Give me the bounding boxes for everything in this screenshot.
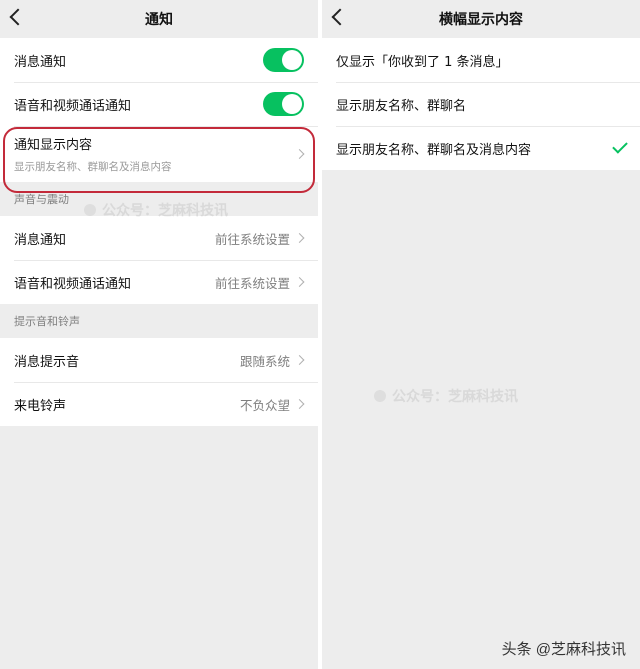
- sound-row-value: 前往系统设置: [214, 231, 290, 247]
- sound-row-value: 前往系统设置: [214, 275, 290, 291]
- banner-content-screen: 横幅显示内容 仅显示「你收到了 1 条消息」 显示朋友名称、群聊名 显示朋友名称…: [322, 0, 640, 669]
- message-notify-row: 消息通知: [0, 38, 318, 82]
- chevron-right-icon: [294, 233, 305, 243]
- nav-bar: 横幅显示内容: [322, 0, 640, 38]
- source-credit: 头条 @芝麻科技讯: [501, 641, 626, 658]
- section-header-ringtones: 提示音和铃声: [14, 315, 80, 328]
- chevron-right-icon: [294, 149, 305, 159]
- option-label: 显示朋友名称、群聊名: [336, 98, 467, 114]
- back-arrow-icon[interactable]: [9, 8, 27, 26]
- sound-row-message[interactable]: 消息通知 前往系统设置: [0, 216, 318, 260]
- chevron-right-icon: [294, 355, 305, 365]
- display-content-label: 通知显示内容: [14, 138, 93, 153]
- page-title: 通知: [145, 12, 173, 28]
- toggle-knob: [282, 50, 302, 70]
- ring-row-label: 来电铃声: [14, 398, 67, 414]
- chevron-right-icon: [294, 399, 305, 409]
- notification-group: 消息通知 语音和视频通话通知 通知显示内容 显示朋友名称、群聊名及消息内容: [0, 38, 318, 182]
- call-notify-toggle[interactable]: [263, 92, 304, 116]
- sound-row-call[interactable]: 语音和视频通话通知 前往系统设置: [0, 260, 318, 304]
- option-count-only[interactable]: 仅显示「你收到了 1 条消息」: [322, 38, 640, 82]
- ring-row-call-ringtone[interactable]: 来电铃声 不负众望: [0, 382, 318, 426]
- page-title: 横幅显示内容: [439, 12, 523, 28]
- ring-row-message-tone[interactable]: 消息提示音 跟随系统: [0, 338, 318, 382]
- ring-row-value: 跟随系统: [239, 353, 290, 369]
- toggle-knob: [282, 94, 302, 114]
- option-label: 显示朋友名称、群聊名及消息内容: [336, 142, 532, 158]
- nav-bar: 通知: [0, 0, 318, 38]
- message-notify-label: 消息通知: [14, 54, 67, 70]
- sound-group: 消息通知 前往系统设置 语音和视频通话通知 前往系统设置: [0, 216, 318, 304]
- watermark-logo-icon: [374, 390, 386, 402]
- banner-options-group: 仅显示「你收到了 1 条消息」 显示朋友名称、群聊名 显示朋友名称、群聊名及消息…: [322, 38, 640, 170]
- ringtone-group: 消息提示音 跟随系统 来电铃声 不负众望: [0, 338, 318, 426]
- option-names-only[interactable]: 显示朋友名称、群聊名: [322, 82, 640, 126]
- display-content-row[interactable]: 通知显示内容 显示朋友名称、群聊名及消息内容: [0, 126, 318, 182]
- display-content-subtitle: 显示朋友名称、群聊名及消息内容: [14, 161, 172, 173]
- sound-row-label: 消息通知: [14, 232, 67, 248]
- ring-row-value: 不负众望: [239, 397, 290, 413]
- call-notify-row: 语音和视频通话通知: [0, 82, 318, 126]
- message-notify-toggle[interactable]: [263, 48, 304, 72]
- chevron-right-icon: [294, 277, 305, 287]
- watermark-right: 公众号：芝麻科技讯: [374, 386, 518, 406]
- call-notify-label: 语音和视频通话通知: [14, 98, 132, 114]
- sound-row-label: 语音和视频通话通知: [14, 276, 132, 292]
- section-header-sound: 声音与震动: [14, 193, 69, 206]
- back-arrow-icon[interactable]: [331, 8, 349, 26]
- option-names-and-content[interactable]: 显示朋友名称、群聊名及消息内容: [322, 126, 640, 170]
- option-label: 仅显示「你收到了 1 条消息」: [336, 54, 509, 70]
- notification-settings-screen: 通知 消息通知 语音和视频通话通知 通知显示内容 显示朋友名称、群聊名及消息内容…: [0, 0, 318, 669]
- ring-row-label: 消息提示音: [14, 354, 80, 370]
